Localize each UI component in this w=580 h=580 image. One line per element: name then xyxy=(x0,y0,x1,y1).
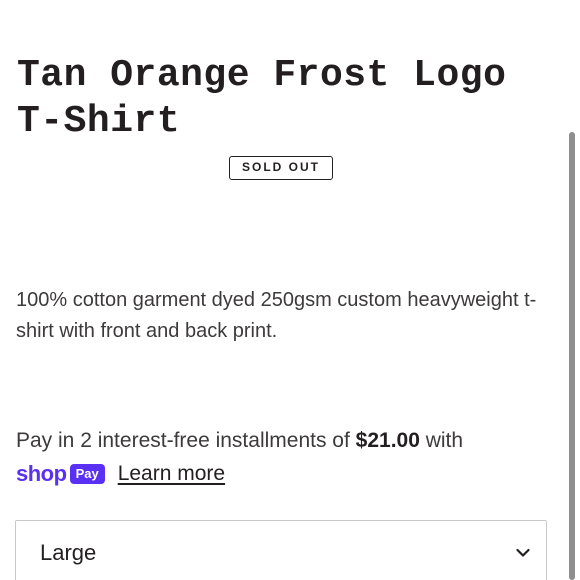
page-scrollbar[interactable] xyxy=(569,132,575,580)
product-title: Tan Orange Frost Logo T-Shirt xyxy=(17,54,507,143)
installments-prefix: Pay in 2 interest-free installments of xyxy=(16,429,356,452)
size-select-value: Large xyxy=(40,540,97,565)
shop-pay-wordmark: shop xyxy=(16,461,67,486)
sold-out-badge: SOLD OUT xyxy=(229,156,333,180)
shop-pay-badge: Pay xyxy=(69,464,105,484)
learn-more-link[interactable]: Learn more xyxy=(118,462,225,486)
size-select[interactable]: Large xyxy=(15,520,547,580)
installment-amount: $21.00 xyxy=(355,429,420,452)
shop-pay-logo: shop Pay xyxy=(16,461,105,487)
installments-text: Pay in 2 interest-free installments of $… xyxy=(16,425,566,457)
chevron-down-icon xyxy=(516,548,530,557)
installments-suffix: with xyxy=(419,429,464,452)
shop-pay-row: shop Pay Learn more xyxy=(16,459,225,489)
product-description: 100% cotton garment dyed 250gsm custom h… xyxy=(16,289,537,342)
